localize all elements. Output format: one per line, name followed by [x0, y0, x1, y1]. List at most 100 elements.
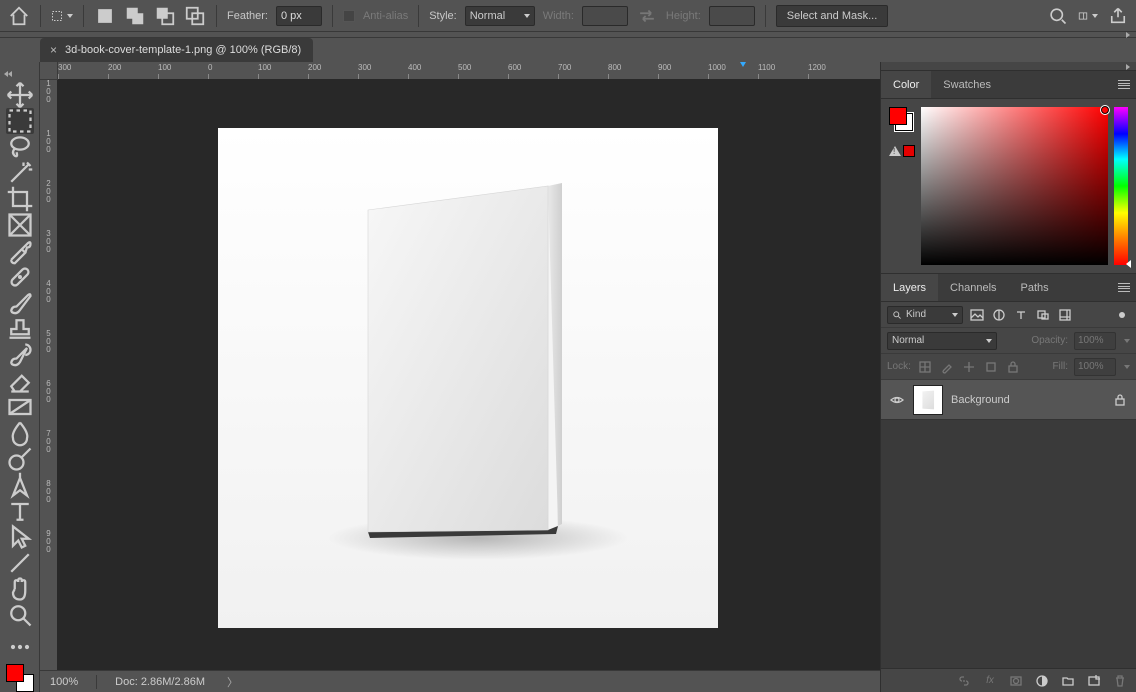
pen-tool[interactable] — [6, 472, 34, 498]
layers-list[interactable]: Background — [881, 380, 1136, 668]
expand-arrow[interactable] — [1120, 32, 1130, 38]
layer-visibility-toggle[interactable] — [889, 392, 905, 408]
gradient-tool[interactable] — [6, 394, 34, 420]
eyedropper-icon — [6, 237, 34, 265]
type-tool[interactable] — [6, 498, 34, 524]
color-panel-menu[interactable] — [1112, 71, 1136, 98]
tab-paths[interactable]: Paths — [1009, 274, 1061, 301]
home-button[interactable] — [8, 5, 30, 27]
gamut-warning[interactable] — [889, 145, 915, 157]
tab-close-button[interactable]: × — [50, 43, 57, 57]
layer-filter-kind[interactable]: Kind — [887, 306, 963, 324]
antialias-checkbox — [343, 10, 355, 22]
filter-pixel-icon[interactable] — [969, 307, 985, 323]
edit-toolbar-button[interactable] — [6, 634, 34, 660]
height-label: Height: — [666, 10, 701, 22]
path-select-tool[interactable] — [6, 524, 34, 550]
adjustment-button[interactable] — [1034, 673, 1050, 689]
selection-add-button[interactable] — [124, 5, 146, 27]
panel-color-swatches[interactable] — [889, 107, 913, 131]
marquee-tool[interactable] — [6, 108, 34, 134]
divider — [83, 5, 84, 27]
selection-new-button[interactable] — [94, 5, 116, 27]
color-swatches[interactable] — [6, 664, 34, 692]
color-cursor[interactable] — [1100, 105, 1110, 115]
hand-tool[interactable] — [6, 576, 34, 602]
crop-icon — [6, 185, 34, 213]
selection-intersect-button[interactable] — [184, 5, 206, 27]
link-layers-button — [956, 673, 972, 689]
layers-panel-menu[interactable] — [1112, 274, 1136, 301]
filter-toggle[interactable] — [1114, 307, 1130, 323]
closest-color-swatch[interactable] — [903, 145, 915, 157]
tab-channels[interactable]: Channels — [938, 274, 1008, 301]
filter-type-icon[interactable] — [1013, 307, 1029, 323]
brush-tool[interactable] — [6, 290, 34, 316]
opacity-label: Opacity: — [1031, 335, 1068, 346]
eyedropper-tool[interactable] — [6, 238, 34, 264]
move-tool[interactable] — [6, 82, 34, 108]
ruler-vertical[interactable]: 100100200300400500600700800900 — [40, 80, 58, 670]
line-tool[interactable] — [6, 550, 34, 576]
tab-swatches[interactable]: Swatches — [931, 71, 1003, 98]
healing-tool[interactable] — [6, 264, 34, 290]
tab-paths-label: Paths — [1021, 282, 1049, 294]
workspace-button[interactable] — [1078, 6, 1098, 26]
filter-adjust-icon[interactable] — [991, 307, 1007, 323]
document-tab[interactable]: × 3d-book-cover-template-1.png @ 100% (R… — [40, 38, 313, 62]
doc-info[interactable]: Doc: 2.86M/2.86M — [115, 676, 205, 688]
marquee-preset-button[interactable] — [51, 5, 73, 27]
tab-color[interactable]: Color — [881, 71, 931, 98]
blur-tool[interactable] — [6, 420, 34, 446]
new-layer-button[interactable] — [1086, 673, 1102, 689]
selection-subtract-button[interactable] — [154, 5, 176, 27]
style-select[interactable]: Normal — [465, 6, 535, 26]
blend-mode-select[interactable]: Normal — [887, 332, 997, 350]
options-bar: Feather: Anti-alias Style: Normal Width:… — [0, 0, 1136, 32]
frame-tool[interactable] — [6, 212, 34, 238]
layer-thumbnail[interactable] — [913, 385, 943, 415]
layer-item[interactable]: Background — [881, 380, 1136, 420]
chevron-right-icon[interactable]: 〉 — [227, 674, 238, 690]
zoom-tool[interactable] — [6, 602, 34, 628]
share-button[interactable] — [1108, 6, 1128, 26]
style-value: Normal — [470, 10, 505, 22]
hue-slider[interactable] — [1114, 107, 1128, 265]
layer-name[interactable]: Background — [951, 394, 1010, 406]
lasso-tool[interactable] — [6, 134, 34, 160]
eraser-tool[interactable] — [6, 368, 34, 394]
zoom-level[interactable]: 100% — [50, 676, 78, 688]
select-and-mask-button[interactable]: Select and Mask... — [776, 5, 889, 27]
hue-marker[interactable] — [1126, 260, 1131, 268]
ruler-horizontal[interactable]: 3002001000100200300400500600700800900100… — [40, 62, 880, 80]
document-tab-title: 3d-book-cover-template-1.png @ 100% (RGB… — [65, 44, 301, 56]
foreground-color[interactable] — [6, 664, 24, 682]
magic-wand-tool[interactable] — [6, 160, 34, 186]
style-label: Style: — [429, 10, 457, 22]
tab-layers[interactable]: Layers — [881, 274, 938, 301]
ruler-h-tick: 1100 — [758, 62, 775, 79]
lock-all — [1005, 359, 1021, 375]
delete-layer-button — [1112, 673, 1128, 689]
dodge-tool[interactable] — [6, 446, 34, 472]
feather-input[interactable] — [276, 6, 322, 26]
layer-lock-indicator[interactable] — [1112, 392, 1128, 408]
search-button[interactable] — [1048, 6, 1068, 26]
history-brush-tool[interactable] — [6, 342, 34, 368]
type-icon — [1014, 308, 1028, 322]
panels-column: Color Swatches — [880, 62, 1136, 692]
layers-footer: fx — [881, 668, 1136, 692]
panel-foreground-color[interactable] — [889, 107, 907, 125]
crop-tool[interactable] — [6, 186, 34, 212]
viewport[interactable] — [58, 80, 880, 670]
filter-shape-icon[interactable] — [1035, 307, 1051, 323]
collapse-arrow[interactable] — [4, 68, 12, 80]
group-button[interactable] — [1060, 673, 1076, 689]
color-field[interactable] — [921, 107, 1108, 265]
ruler-h-tick: 1000 — [708, 62, 726, 79]
ruler-corner[interactable] — [40, 62, 58, 80]
filter-smart-icon[interactable] — [1057, 307, 1073, 323]
divider — [40, 5, 41, 27]
stamp-tool[interactable] — [6, 316, 34, 342]
swap-icon — [636, 5, 658, 27]
